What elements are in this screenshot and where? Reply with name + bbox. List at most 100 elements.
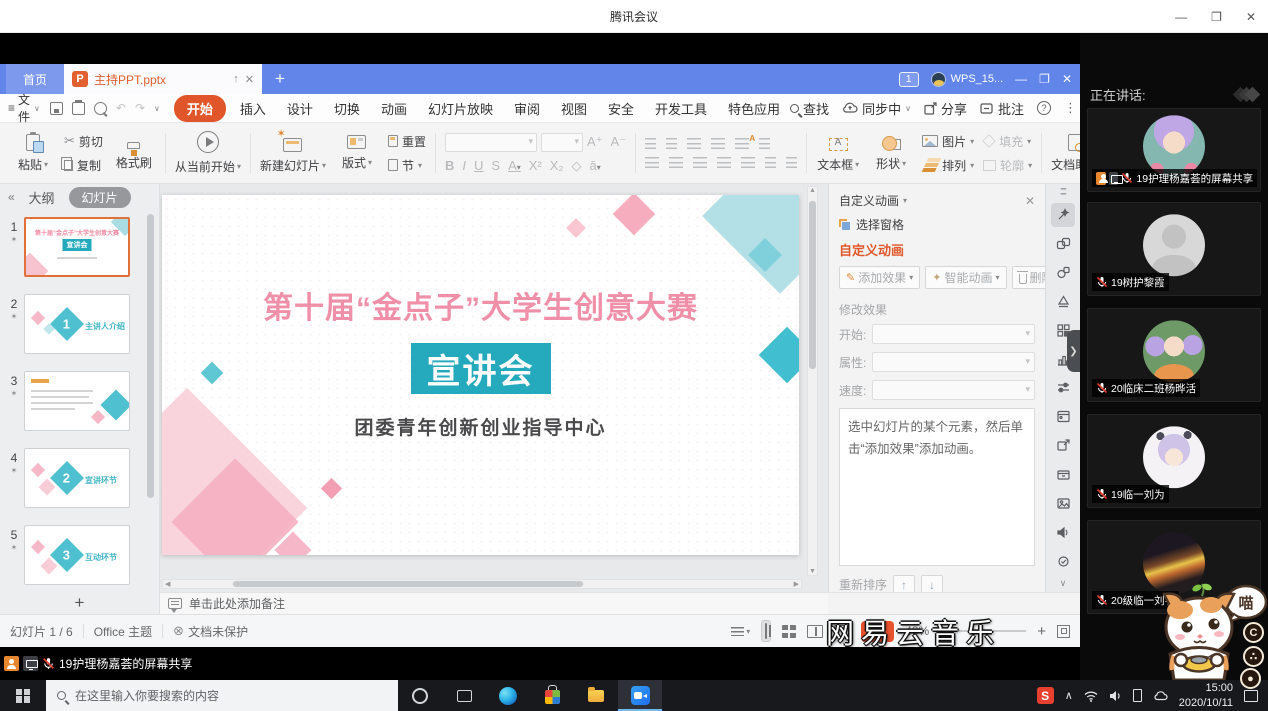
mascot-pet-button[interactable]: ● (1240, 668, 1261, 689)
font-size-select[interactable] (541, 133, 583, 152)
paste-button[interactable]: 粘贴▾ (11, 134, 55, 173)
picture-button[interactable]: 图片▾ (922, 133, 974, 150)
section-button[interactable]: 节▾ (388, 157, 426, 174)
play-from-current-button[interactable]: 从当前开始▾ (175, 131, 241, 175)
normal-view-button[interactable] (761, 620, 771, 642)
close-icon[interactable]: ✕ (1246, 10, 1256, 24)
copy-button[interactable]: 复制 (64, 157, 103, 174)
print-preview-icon[interactable] (94, 102, 107, 115)
text-direction-icon[interactable] (735, 138, 749, 149)
pinyin-button[interactable]: ā▾ (589, 158, 600, 173)
more-menu-icon[interactable]: ⋮ (1064, 100, 1077, 116)
ribbon-tab-special[interactable]: 特色应用 (718, 95, 790, 122)
slide-canvas[interactable]: 第十届“金点子”大学生创意大赛 宣讲会 团委青年创新创业指导中心 ▲ ▼ ◀ ▶ (160, 184, 828, 592)
increase-indent-icon[interactable] (711, 138, 725, 149)
archive-box-icon[interactable] (1051, 463, 1075, 487)
selection-pane-button[interactable]: 选择窗格 (839, 216, 1035, 233)
pin-tab-icon[interactable]: ↑ (233, 73, 239, 85)
bullet-list-icon[interactable] (645, 138, 656, 149)
ribbon-tab-view[interactable]: 视图 (551, 95, 597, 122)
pyramid-icon[interactable] (1051, 290, 1075, 314)
tencent-meeting-button[interactable] (618, 680, 662, 711)
comment-button[interactable]: 批注 (980, 99, 1024, 118)
settings-sliders-icon[interactable] (1051, 376, 1075, 400)
add-effect-button[interactable]: ✎添加效果▾ (839, 266, 920, 289)
doc-assistant-button[interactable]: 文档助手 (1051, 134, 1080, 173)
zoom-in-icon[interactable]: + (1037, 623, 1046, 640)
theme-name[interactable]: Office 主题 (94, 623, 152, 640)
undo-icon[interactable]: ↶ (116, 101, 126, 115)
align-left-icon[interactable] (645, 157, 659, 168)
bold-button[interactable]: B (445, 158, 454, 173)
tab-home[interactable]: 首页 (6, 64, 64, 94)
ribbon-tab-insert[interactable]: 插入 (230, 95, 276, 122)
tray-expand-icon[interactable]: ∧ (1065, 689, 1073, 702)
protection-status[interactable]: ⊗ 文档未保护 (173, 623, 248, 640)
close-tab-icon[interactable]: ✕ (245, 73, 254, 86)
add-slide-button[interactable]: + (0, 592, 160, 614)
vertical-scrollbar[interactable]: ▲ ▼ (807, 186, 818, 576)
slide-subtitle[interactable]: 团委青年创新创业指导中心 (162, 413, 799, 440)
print-icon[interactable] (72, 102, 85, 115)
horizontal-scrollbar[interactable]: ◀ ▶ (162, 579, 802, 589)
ribbon-tab-home[interactable]: 开始 (174, 95, 226, 122)
paragraph-mark-icon[interactable] (759, 138, 770, 149)
speed-select[interactable] (872, 380, 1035, 400)
taskbar-search[interactable]: 在这里输入你要搜索的内容 (46, 680, 398, 711)
shapes-tool-icon[interactable] (1051, 261, 1075, 285)
wps-close-icon[interactable]: ✕ (1062, 72, 1072, 86)
start-select[interactable] (872, 324, 1035, 344)
onedrive-cloud-icon[interactable] (1153, 690, 1168, 701)
ribbon-tab-review[interactable]: 审阅 (504, 95, 550, 122)
line-spacing-icon[interactable] (765, 157, 776, 168)
taskbar-clock[interactable]: 15:00 2020/10/11 (1179, 681, 1233, 711)
shapes-button[interactable]: 形状▾ (869, 135, 913, 172)
new-tab-button[interactable]: + (262, 64, 298, 94)
sync-button[interactable]: 同步中∨ (842, 99, 911, 118)
file-explorer-button[interactable] (574, 680, 618, 711)
pane-title[interactable]: 自定义动画 (839, 192, 899, 209)
align-center-icon[interactable] (669, 157, 683, 168)
justify-icon[interactable] (717, 157, 731, 168)
slide-thumbnail-5[interactable]: 3 互动环节 (24, 525, 130, 585)
ribbon-tab-design[interactable]: 设计 (277, 95, 323, 122)
distribute-icon[interactable] (741, 157, 755, 168)
fill-button[interactable]: 填充▾ (983, 133, 1032, 150)
textbox-button[interactable]: 文本框▾ (816, 134, 860, 173)
slide-thumbnail-4[interactable]: 2 宣讲环节 (24, 448, 130, 508)
slide-sorter-view-button[interactable] (782, 625, 796, 638)
format-painter-button[interactable]: 格式刷 (112, 136, 156, 171)
customize-qat-icon[interactable]: ∨ (154, 104, 160, 113)
redo-icon[interactable]: ↷ (135, 101, 145, 115)
panel-handle-icon[interactable]: ━━ (1061, 187, 1065, 196)
video-tile[interactable]: 19临一刘为 (1087, 414, 1261, 508)
decrease-font-icon[interactable]: A⁻ (611, 134, 627, 150)
save-icon[interactable] (50, 102, 63, 115)
notes-toggle-icon[interactable]: ▾ (731, 627, 750, 636)
notification-badge[interactable]: 1 (899, 72, 919, 87)
video-tile[interactable]: 20临床二班杨晔活 (1087, 308, 1261, 402)
cut-button[interactable]: ✂剪切 (64, 133, 103, 150)
mascot-menu-button[interactable]: C (1243, 622, 1264, 643)
video-tile[interactable]: 19树护黎霞 (1087, 202, 1261, 296)
sidebar-collapse-tab[interactable]: ❯ (1067, 330, 1080, 372)
ribbon-tab-devtools[interactable]: 开发工具 (645, 95, 717, 122)
layout-button[interactable]: 版式▾ (335, 135, 379, 171)
share-button[interactable]: 分享 (924, 99, 967, 118)
slide-thumbnail-3[interactable] (24, 371, 130, 431)
columns-icon[interactable] (786, 157, 797, 168)
property-select[interactable] (872, 352, 1035, 372)
increase-font-icon[interactable]: A⁺ (587, 134, 603, 150)
account-button[interactable]: WPS_15... (931, 72, 1004, 87)
tab-outline[interactable]: 大纲 (28, 188, 54, 207)
reset-button[interactable]: 重置 (388, 133, 426, 150)
italic-button[interactable]: I (462, 158, 466, 173)
store-button[interactable] (530, 680, 574, 711)
fit-slide-icon[interactable] (1057, 625, 1070, 638)
minimize-icon[interactable]: — (1175, 10, 1187, 24)
slide-thumbnail-2[interactable]: 1 主讲人介绍 (24, 294, 130, 354)
more-tools-chevron-icon[interactable]: ∨ (1060, 578, 1067, 589)
collapse-panel-icon[interactable]: « (8, 190, 15, 204)
tab-slides[interactable]: 幻灯片 (69, 187, 131, 208)
sogou-input-icon[interactable]: S (1037, 687, 1054, 704)
